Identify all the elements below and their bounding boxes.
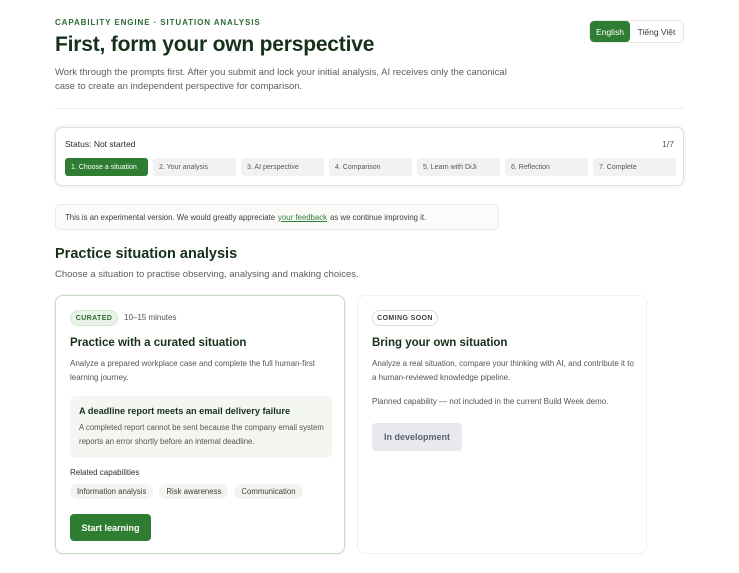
intro-text: Work through the prompts first. After yo…	[55, 67, 507, 92]
experimental-notice: This is an experimental version. We woul…	[55, 204, 499, 230]
coming-soon-badge: COMING SOON	[372, 310, 438, 326]
section-title: Practice situation analysis	[55, 246, 238, 262]
capability-chips: Information analysis Risk awareness Comm…	[70, 484, 303, 499]
step-complete: 7. Complete	[593, 158, 676, 176]
step-ai-perspective: 3. AI perspective	[241, 158, 324, 176]
notice-text: This is an experimental version. We woul…	[65, 212, 276, 222]
step-reflection: 6. Reflection	[505, 158, 588, 176]
capability-chip: Risk awareness	[159, 484, 229, 499]
planned-note: Planned capability — not included in the…	[372, 397, 609, 406]
own-situation-card: COMING SOON Bring your own situation Ana…	[357, 295, 647, 554]
step-list: 1. Choose a situation 2. Your analysis 3…	[65, 158, 676, 176]
start-learning-button[interactable]: Start learning	[70, 514, 151, 541]
divider	[55, 108, 684, 109]
language-switcher: English Tiếng Việt	[589, 20, 684, 43]
related-capabilities-label: Related capabilities	[70, 468, 140, 477]
curated-situation-card: CURATED 10–15 minutes Practice with a cu…	[55, 295, 345, 554]
language-option-vietnamese[interactable]: Tiếng Việt	[630, 21, 683, 42]
feedback-link[interactable]: your feedback	[278, 213, 327, 222]
status-label: Status: Not started	[65, 139, 136, 149]
in-development-button: In development	[372, 423, 462, 451]
progress-card: Status: Not started 1/7 1. Choose a situ…	[55, 127, 684, 186]
notice-text-end: as we continue improving it.	[330, 212, 427, 222]
capability-chip: Information analysis	[70, 484, 154, 499]
case-description: A completed report cannot be sent becaus…	[79, 423, 324, 446]
page-title: First, form your own perspective	[55, 33, 375, 56]
curated-badge: CURATED	[70, 310, 118, 326]
step-comparison: 4. Comparison	[329, 158, 412, 176]
card-description: Analyze a prepared workplace case and co…	[70, 359, 316, 382]
card-title: Practice with a curated situation	[70, 337, 247, 349]
step-your-analysis: 2. Your analysis	[153, 158, 236, 176]
step-learn-with-diji: 5. Learn with DiJi	[417, 158, 500, 176]
section-subtitle: Choose a situation to practise observing…	[55, 269, 359, 280]
step-choose-situation[interactable]: 1. Choose a situation	[65, 158, 148, 176]
case-box: A deadline report meets an email deliver…	[70, 396, 332, 458]
card-description: Analyze a real situation, compare your t…	[372, 359, 634, 382]
eyebrow: CAPABILITY ENGINE · SITUATION ANALYSIS	[55, 18, 261, 27]
case-title: A deadline report meets an email deliver…	[79, 406, 291, 416]
step-count: 1/7	[662, 139, 674, 149]
card-title: Bring your own situation	[372, 337, 508, 349]
language-option-english[interactable]: English	[590, 21, 630, 42]
capability-chip: Communication	[234, 484, 303, 499]
duration-label: 10–15 minutes	[124, 313, 177, 322]
